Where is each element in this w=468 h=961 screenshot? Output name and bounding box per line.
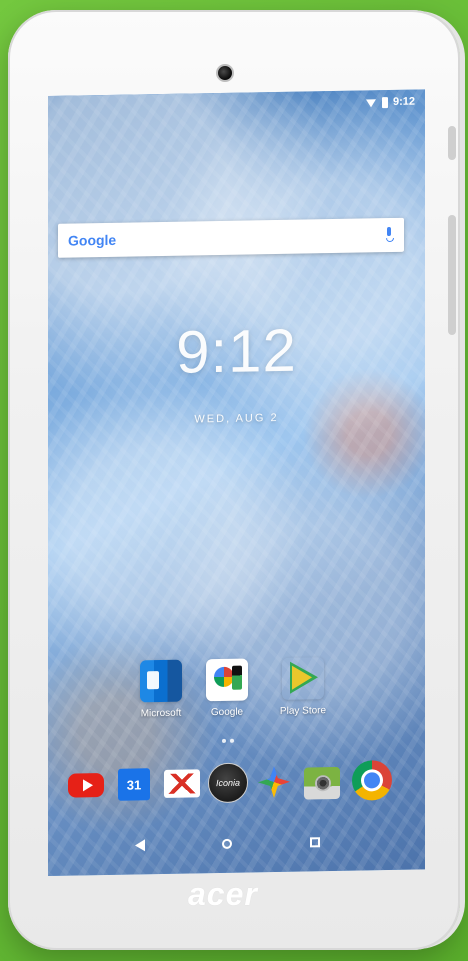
microsoft-folder-label: Microsoft xyxy=(140,707,182,720)
photos-app[interactable] xyxy=(254,762,294,803)
tablet-device: 9:12 Google 9:12 WED, AUG 2 Microsoft Go… xyxy=(8,10,460,950)
youtube-app[interactable] xyxy=(66,765,106,806)
play-store-app[interactable]: Play Store xyxy=(268,657,338,717)
google-folder-label: Google xyxy=(210,706,244,719)
camera-icon xyxy=(304,766,340,800)
microsoft-folder[interactable]: Microsoft xyxy=(126,659,196,719)
mic-icon[interactable] xyxy=(384,227,394,243)
gmail-icon xyxy=(164,769,200,798)
calendar-app[interactable]: 31 xyxy=(114,764,154,805)
promo-stage: 9:12 Google 9:12 WED, AUG 2 Microsoft Go… xyxy=(0,0,468,961)
status-time: 9:12 xyxy=(392,95,415,108)
camera-app[interactable] xyxy=(302,761,342,802)
home-folder-row: Microsoft Google Play Store xyxy=(48,655,425,740)
status-bar: 9:12 xyxy=(365,96,415,109)
recent-apps-icon[interactable] xyxy=(304,831,328,855)
acer-logo: acer xyxy=(188,876,258,912)
home-icon[interactable] xyxy=(216,833,240,857)
google-folder[interactable]: Google xyxy=(192,658,262,718)
google-search-bar[interactable]: Google xyxy=(58,217,404,258)
iconia-icon: Iconia xyxy=(208,762,248,804)
volume-button xyxy=(448,215,456,335)
chrome-app[interactable] xyxy=(352,759,392,801)
chrome-icon xyxy=(352,759,392,801)
system-navigation xyxy=(128,831,328,858)
back-icon[interactable] xyxy=(128,834,152,858)
youtube-icon xyxy=(68,773,104,798)
google-logo-text: Google xyxy=(68,231,117,249)
battery-icon xyxy=(381,96,388,108)
page-indicator xyxy=(222,738,234,743)
page-dot xyxy=(222,738,226,743)
google-folder-icon xyxy=(206,658,248,702)
photos-icon xyxy=(258,766,290,799)
app-dock: 31 Iconia xyxy=(58,759,414,814)
microsoft-folder-icon xyxy=(140,659,182,703)
play-store-label: Play Store xyxy=(279,705,327,717)
front-camera xyxy=(216,64,234,82)
play-store-icon xyxy=(282,657,324,700)
wallpaper xyxy=(48,89,425,877)
tablet-screen: 9:12 Google 9:12 WED, AUG 2 Microsoft Go… xyxy=(48,89,425,877)
page-dot xyxy=(230,738,234,743)
calendar-icon: 31 xyxy=(118,768,150,801)
home-clock: 9:12 xyxy=(176,316,297,386)
iconia-app[interactable]: Iconia xyxy=(208,762,248,804)
side-button xyxy=(448,126,456,160)
gmail-app[interactable] xyxy=(162,763,202,804)
wifi-icon xyxy=(365,97,377,107)
